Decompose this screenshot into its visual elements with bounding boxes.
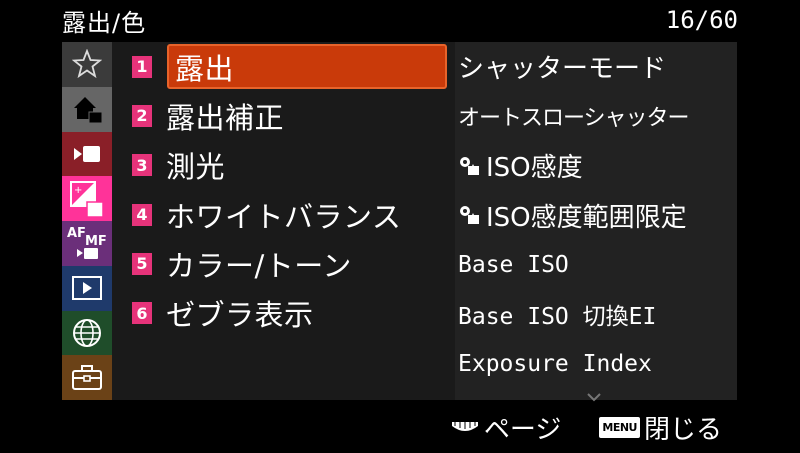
tab-network[interactable] bbox=[62, 310, 112, 356]
tab-home[interactable] bbox=[62, 86, 112, 132]
category-sidebar: + AF MF bbox=[62, 42, 112, 400]
star-icon bbox=[72, 49, 102, 79]
sub-item-base-iso-switch-ei[interactable]: Base ISO 切換EI bbox=[455, 290, 737, 340]
menu-item-list: 1 露出 2 露出補正 3 測光 4 ホワイトバランス 5 カラー/トーン 6 … bbox=[112, 42, 455, 400]
close-button-label: 閉じる bbox=[643, 415, 722, 445]
item-number-badge: 6 bbox=[132, 302, 152, 325]
close-button[interactable]: MENU 閉じる bbox=[599, 409, 722, 446]
menu-item-white-balance[interactable]: 4 ホワイトバランス bbox=[112, 190, 455, 239]
tab-star[interactable] bbox=[62, 42, 112, 87]
page-counter: 16/60 bbox=[665, 6, 738, 34]
menu-item-label: ホワイトバランス bbox=[166, 199, 402, 234]
af-label: AF bbox=[67, 226, 86, 241]
playback-icon bbox=[72, 276, 102, 301]
menu-item-label: 露出 bbox=[175, 51, 235, 86]
item-number-badge: 2 bbox=[132, 104, 152, 127]
globe-icon bbox=[73, 318, 101, 347]
menu-item-color-tone[interactable]: 5 カラー/トーン bbox=[112, 239, 455, 288]
mf-label: MF bbox=[85, 234, 107, 249]
item-number-badge: 5 bbox=[132, 252, 152, 275]
menu-key-icon: MENU bbox=[599, 417, 640, 438]
sub-item-shutter-mode[interactable]: シャッターモード bbox=[455, 42, 737, 92]
tab-playback[interactable] bbox=[62, 265, 112, 311]
af-mf-icon: AF MF bbox=[67, 226, 107, 260]
menu-item-metering[interactable]: 3 測光 bbox=[112, 141, 455, 190]
menu-item-label: カラー/トーン bbox=[166, 248, 352, 283]
home-icon bbox=[74, 97, 103, 124]
camera-mode-icon bbox=[460, 156, 479, 175]
item-number-badge: 3 bbox=[132, 154, 152, 177]
tab-movie[interactable] bbox=[62, 131, 112, 177]
item-number-badge: 4 bbox=[132, 203, 152, 226]
menu-item-label: ゼブラ表示 bbox=[166, 298, 314, 333]
control-wheel-icon bbox=[451, 421, 478, 431]
tab-af-mf[interactable]: AF MF bbox=[62, 221, 112, 266]
sub-item-label: ISO感度範囲限定 bbox=[486, 202, 687, 233]
camera-mode-icon bbox=[460, 206, 479, 225]
menu-item-label: 測光 bbox=[166, 150, 226, 185]
submenu-preview-list: シャッターモード オートスローシャッター ISO感度 ISO感度範囲限定 Bas… bbox=[455, 42, 737, 400]
menu-item-exposure[interactable]: 1 露出 bbox=[112, 42, 455, 91]
page-button-label: ページ bbox=[483, 415, 562, 445]
header-bar: 露出/色 16/60 bbox=[0, 0, 800, 40]
menu-item-zebra[interactable]: 6 ゼブラ表示 bbox=[112, 288, 455, 337]
sub-item-auto-slow-shutter[interactable]: オートスローシャッター bbox=[455, 92, 737, 142]
tab-setup[interactable] bbox=[62, 355, 112, 400]
sub-item-iso-range-limit[interactable]: ISO感度範囲限定 bbox=[455, 191, 737, 241]
movie-camera-icon bbox=[74, 145, 100, 162]
footer-bar: ページ MENU 閉じる bbox=[0, 402, 800, 453]
menu-item-exposure-compensation[interactable]: 2 露出補正 bbox=[112, 91, 455, 140]
exposure-color-icon: + bbox=[70, 180, 104, 218]
tab-exposure-color[interactable]: + bbox=[62, 176, 112, 221]
sub-item-iso[interactable]: ISO感度 bbox=[455, 141, 737, 191]
menu-item-label: 露出補正 bbox=[166, 100, 285, 135]
page-button[interactable]: ページ bbox=[450, 409, 561, 446]
item-number-badge: 1 bbox=[132, 55, 152, 78]
sub-item-exposure-index[interactable]: Exposure Index bbox=[455, 339, 737, 389]
page-title: 露出/色 bbox=[62, 8, 147, 37]
sub-item-label: ISO感度 bbox=[486, 153, 583, 184]
svg-text:+: + bbox=[74, 185, 82, 196]
sub-item-base-iso[interactable]: Base ISO bbox=[455, 240, 737, 290]
toolbox-icon bbox=[72, 364, 102, 390]
scroll-down-arrow-icon bbox=[587, 393, 601, 402]
